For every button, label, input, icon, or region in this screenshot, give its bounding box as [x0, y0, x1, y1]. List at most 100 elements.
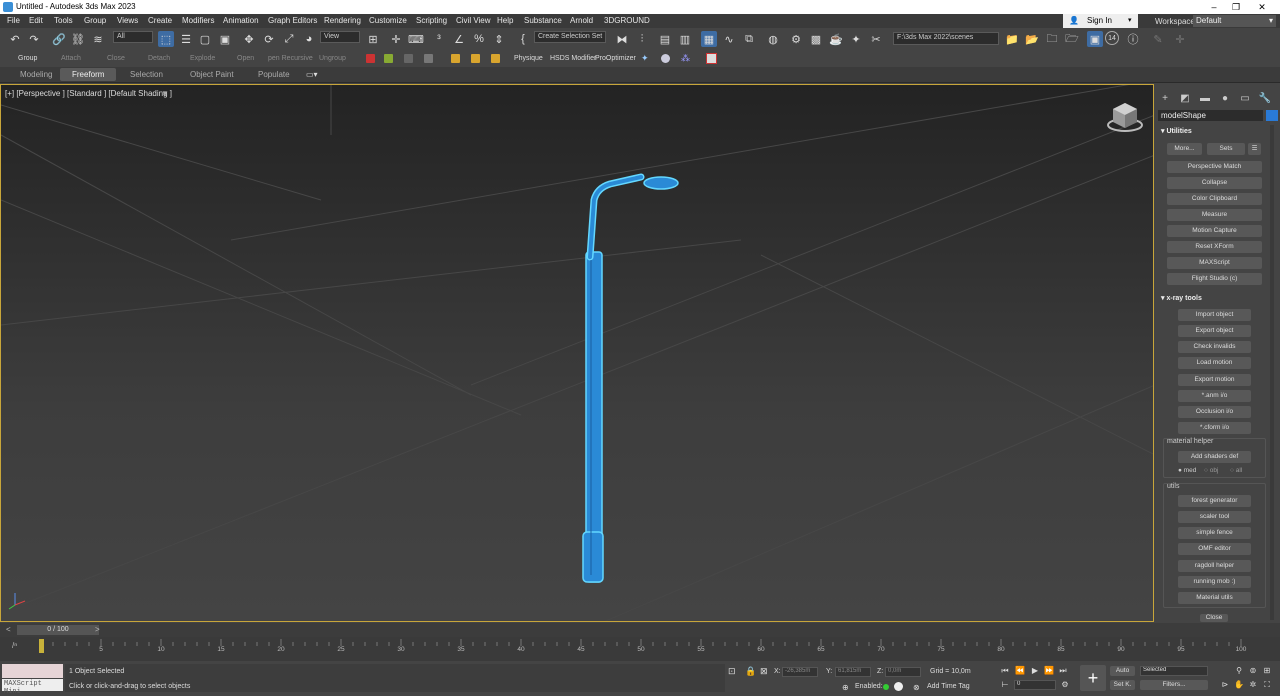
export-motion-button[interactable]: Export motion — [1178, 374, 1251, 386]
move-icon[interactable]: ✥ — [241, 31, 257, 47]
tab-modeling[interactable]: Modeling — [8, 68, 64, 81]
reference-coord-dropdown[interactable]: View — [320, 31, 360, 43]
tab-selection[interactable]: Selection — [118, 68, 175, 81]
attach-button[interactable]: Attach — [61, 55, 81, 62]
reset-xform-button[interactable]: Reset XForm — [1167, 241, 1262, 253]
display-tab-icon[interactable]: ▭ — [1238, 93, 1252, 107]
help-icon[interactable]: ⓘ — [1125, 31, 1141, 47]
group-button[interactable]: Group — [18, 55, 37, 62]
box-icon[interactable] — [491, 54, 500, 63]
scissors-icon[interactable]: ✂ — [868, 31, 884, 47]
render-icon[interactable]: ☕ — [828, 31, 844, 47]
redo-icon[interactable]: ↷ — [26, 31, 42, 47]
maxscript-mini-input[interactable]: MAXScript Mini — [2, 679, 63, 696]
scaler-tool-button[interactable]: scaler tool — [1178, 511, 1251, 523]
motion-tab-icon[interactable]: ● — [1218, 93, 1232, 107]
radio-obj[interactable]: ○ obj — [1204, 467, 1218, 474]
rotate-icon[interactable]: ⟳ — [261, 31, 277, 47]
menu-create[interactable]: Create — [148, 16, 172, 25]
menu-customize[interactable]: Customize — [369, 16, 407, 25]
undo-icon[interactable]: ↶ — [7, 31, 23, 47]
create-tab-icon[interactable]: + — [1158, 93, 1172, 107]
named-selection-dropdown[interactable]: Create Selection Set — [534, 31, 606, 43]
export-object-button[interactable]: Export object — [1178, 325, 1251, 337]
viewport-label[interactable]: [+] [Perspective ] [Standard ] [Default … — [5, 89, 172, 98]
flight-studio-button[interactable]: Flight Studio (c) — [1167, 273, 1262, 285]
time-cursor[interactable] — [39, 639, 44, 653]
close-icon[interactable]: ✕ — [1252, 1, 1272, 13]
x-coord-field[interactable]: -26,385m — [782, 667, 818, 677]
box-icon[interactable] — [471, 54, 480, 63]
viewport-config-icon[interactable]: ▣ — [1087, 31, 1103, 47]
time-tag-icon[interactable]: ⊗ — [913, 683, 920, 692]
box-icon[interactable] — [451, 54, 460, 63]
render-plugin-icon[interactable] — [706, 53, 717, 64]
xray-rollout-header[interactable]: ▾ x-ray tools — [1161, 294, 1202, 302]
scene-explorer-icon[interactable]: ▤ — [657, 31, 673, 47]
maximize-icon[interactable]: ❐ — [1226, 1, 1246, 13]
tab-freeform[interactable]: Freeform — [60, 68, 117, 81]
radio-all[interactable]: ○ all — [1230, 467, 1242, 474]
occlusion-io-button[interactable]: Occlusion i/o — [1178, 406, 1251, 418]
omf-editor-button[interactable]: OMF editor — [1178, 543, 1251, 555]
current-frame-field[interactable]: 0 — [1014, 680, 1056, 690]
sparkle-icon[interactable]: ✦ — [641, 54, 650, 63]
time-slider[interactable]: 0 / 100 — [17, 625, 99, 635]
panel-scrollbar[interactable] — [1270, 125, 1274, 620]
edit-named-selection-icon[interactable]: { — [515, 31, 531, 47]
menu-graph-editors[interactable]: Graph Editors — [268, 16, 317, 25]
collapse-button[interactable]: Collapse — [1167, 177, 1262, 189]
menu-help[interactable]: Help — [497, 16, 513, 25]
folder-options-icon[interactable]: 🗁 — [1064, 31, 1080, 47]
ragdoll-helper-button[interactable]: ragdoll helper — [1178, 560, 1251, 572]
more-button[interactable]: More... — [1167, 143, 1202, 155]
folder-icon[interactable]: 🗀 — [1044, 31, 1060, 47]
menu-civil-view[interactable]: Civil View — [456, 16, 491, 25]
particle-icon[interactable]: ⁂ — [681, 54, 690, 63]
sets-button[interactable]: Sets — [1207, 143, 1245, 155]
play-icon[interactable]: ▶ — [1030, 666, 1040, 676]
tool-disabled-icon[interactable]: ✎ — [1150, 31, 1166, 47]
motion-capture-button[interactable]: Motion Capture — [1167, 225, 1262, 237]
schematic-view-icon[interactable]: ⧉ — [741, 31, 757, 47]
placement-icon[interactable]: ◕ — [301, 31, 317, 47]
chevron-left-icon[interactable]: < — [6, 625, 11, 634]
link-icon[interactable]: 🔗 — [51, 31, 67, 47]
ungroup-button[interactable]: Ungroup — [319, 55, 346, 62]
z-coord-field[interactable]: 0,0m — [885, 667, 921, 677]
key-filter-dropdown[interactable]: Selected — [1140, 666, 1208, 676]
layer-explorer-icon[interactable]: ▥ — [677, 31, 693, 47]
mirror-icon[interactable]: ⧓ — [614, 31, 630, 47]
time-config-icon[interactable]: ⚙ — [1060, 680, 1070, 690]
select-by-name-icon[interactable]: ☰ — [178, 31, 194, 47]
scale-icon[interactable]: ⤢ — [281, 31, 297, 47]
maximize-viewport-icon[interactable]: ⛶ — [1262, 680, 1272, 690]
render-active-icon[interactable]: ✦ — [848, 31, 864, 47]
rect-selection-icon[interactable]: ▢ — [197, 31, 213, 47]
load-motion-button[interactable]: Load motion — [1178, 357, 1251, 369]
radio-med[interactable]: ● med — [1178, 467, 1196, 474]
zoom-extents-icon[interactable]: ⊞ — [1262, 666, 1272, 676]
zoom-all-icon[interactable]: ⊚ — [1248, 666, 1258, 676]
adaptive-degradation-icon[interactable]: ⊕ — [842, 683, 849, 692]
ribbon-options-icon[interactable]: ▭▾ — [306, 70, 318, 79]
menu-substance[interactable]: Substance — [524, 16, 562, 25]
plugin-icon[interactable] — [384, 54, 393, 63]
menu-group[interactable]: Group — [84, 16, 106, 25]
menu-file[interactable]: File — [7, 16, 20, 25]
y-coord-field[interactable]: 61,815m — [835, 667, 871, 677]
explode-button[interactable]: Explode — [190, 55, 215, 62]
filter-icon[interactable]: ▼ — [161, 89, 169, 98]
tab-object-paint[interactable]: Object Paint — [178, 68, 246, 81]
open-button[interactable]: Open — [237, 55, 254, 62]
hierarchy-tab-icon[interactable]: ▬ — [1198, 93, 1212, 107]
import-object-button[interactable]: Import object — [1178, 309, 1251, 321]
prooptimizer-button[interactable]: ProOptimizer — [595, 55, 636, 62]
simple-fence-button[interactable]: simple fence — [1178, 527, 1251, 539]
perspective-viewport[interactable]: [+] [Perspective ] [Standard ] [Default … — [0, 84, 1154, 622]
cform-io-button[interactable]: *.cform i/o — [1178, 422, 1251, 434]
menu-tools[interactable]: Tools — [54, 16, 73, 25]
rendered-frame-icon[interactable]: ▩ — [808, 31, 824, 47]
plugin-icon[interactable] — [366, 54, 375, 63]
auto-key-button[interactable]: Auto — [1110, 666, 1135, 676]
